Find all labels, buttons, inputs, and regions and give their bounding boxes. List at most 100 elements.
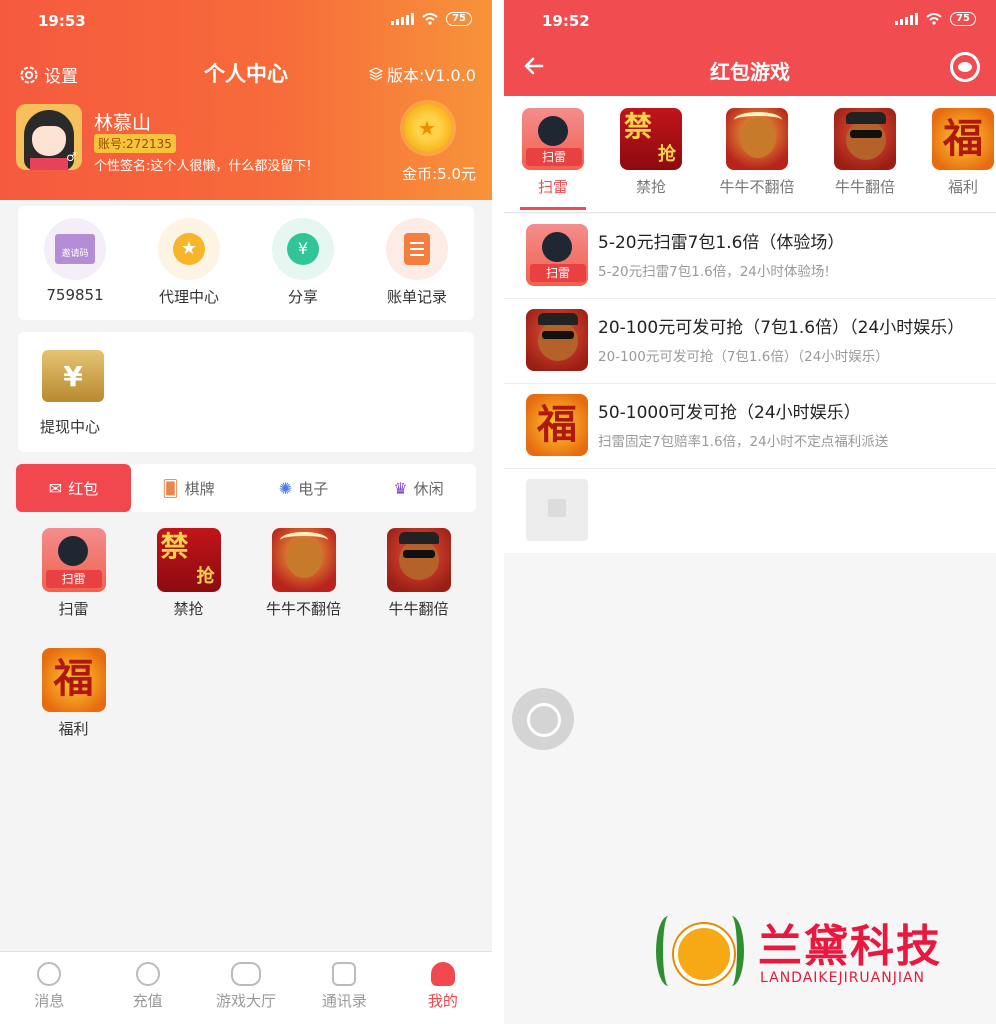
profile-header: 19:53 75 设置 个人中心 版本:V1.0.0 林慕山 账号:272135… [0, 0, 492, 200]
bull-icon [271, 528, 336, 592]
tab-fuli[interactable]: 福 福利 [918, 108, 996, 197]
game-saolei[interactable]: 扫雷 扫雷 [16, 528, 131, 648]
recharge-icon [135, 962, 160, 986]
signal-icon [895, 13, 919, 25]
floating-assistive-button[interactable] [512, 688, 574, 750]
red-envelope-icon: ✉ [48, 478, 63, 498]
game-type-tabs: 扫雷 扫雷 禁抢 禁抢 牛牛不翻倍 牛牛翻倍 福 福利 [504, 96, 996, 213]
share-item[interactable]: ¥ 分享 [246, 206, 360, 320]
room-item[interactable]: 扫雷 5-20元扫雷7包1.6倍（体验场） 5-20元扫雷7包1.6倍，24小时… [504, 214, 996, 299]
fortune-icon: 福 [932, 108, 994, 170]
gamepad-icon [231, 962, 262, 986]
room-item[interactable]: 20-100元可发可抢（7包1.6倍）（24小时娱乐） 20-100元可发可抢（… [504, 299, 996, 384]
version-label: 版本:V1.0.0 [368, 62, 476, 86]
bomb-icon: 扫雷 [526, 224, 588, 286]
coin-balance: 金币:5.0元 [402, 165, 476, 183]
status-bar: 19:53 75 [38, 12, 472, 32]
invite-code-icon: 邀请码 [44, 218, 106, 280]
customer-service-icon[interactable] [950, 52, 980, 82]
game-jinqiang[interactable]: 禁抢 禁抢 [131, 528, 246, 648]
category-tabs: ✉ 红包 🂠 棋牌 ✺ 电子 ♛ 休闲 [16, 464, 476, 512]
invite-code-item[interactable]: 邀请码 759851 [18, 206, 132, 320]
tab-messages[interactable]: 消息 [0, 952, 98, 1024]
room-desc: 扫雷固定7包赔率1.6倍，24小时不定点福利派送 [598, 434, 889, 450]
category-casual[interactable]: ♛ 休闲 [361, 464, 476, 512]
agent-center-item[interactable]: ★ 代理中心 [132, 206, 246, 320]
orange-leaf-logo-icon [654, 908, 746, 992]
watermark-subtitle: LANDAIKEJIRUANJIAN [760, 970, 926, 986]
user-icon [430, 962, 455, 986]
cool-bull-icon [834, 108, 896, 170]
layers-icon [368, 67, 383, 81]
red-envelope-games-screen: 19:52 75 红包游戏 扫雷 扫雷 禁抢 禁抢 牛牛不翻倍 牛牛翻倍 福 福… [504, 0, 996, 1024]
bull-icon [726, 108, 788, 170]
account-badge: 账号:272135 [94, 134, 176, 153]
category-cards[interactable]: 🂠 棋牌 [131, 464, 246, 512]
wifi-icon [926, 13, 942, 25]
withdraw-card[interactable]: ¥ 提现中心 [18, 332, 474, 452]
cards-icon: 🂠 [162, 478, 179, 498]
signal-icon [391, 13, 415, 25]
gender-male-icon: ♂ [66, 150, 77, 164]
category-electronic[interactable]: ✺ 电子 [246, 464, 361, 512]
bomb-icon: 扫雷 [41, 528, 106, 592]
game-niuniu-double[interactable]: 牛牛翻倍 [361, 528, 476, 648]
tab-game-hall[interactable]: 游戏大厅 [197, 952, 295, 1024]
quick-actions: 邀请码 759851 ★ 代理中心 ¥ 分享 账单记录 [18, 206, 474, 320]
tab-mine[interactable]: 我的 [394, 952, 492, 1024]
user-bio: 个性签名:这个人很懒，什么都没留下! [94, 159, 312, 174]
games-header: 19:52 75 红包游戏 [504, 0, 996, 96]
page-title: 红包游戏 [710, 60, 790, 84]
bottom-tab-bar: 消息 充值 游戏大厅 通讯录 我的 [0, 951, 492, 1024]
withdraw-label: 提现中心 [40, 418, 101, 436]
cool-bull-icon [386, 528, 451, 592]
battery-icon: 75 [446, 12, 472, 26]
game-grid: 扫雷 扫雷 禁抢 禁抢 牛牛不翻倍 牛牛翻倍 福 福利 [16, 528, 476, 768]
screen-divider [492, 0, 504, 1024]
tab-contacts[interactable]: 通讯录 [295, 952, 393, 1024]
room-item[interactable]: 福 50-1000可发可抢（24小时娱乐） 扫雷固定7包赔率1.6倍，24小时不… [504, 384, 996, 469]
battery-icon: 75 [950, 12, 976, 26]
image-placeholder-icon [526, 479, 588, 541]
jinqiang-icon: 禁抢 [620, 108, 682, 170]
coin-icon: ★ [404, 104, 452, 152]
watermark-name: 兰黛科技 [758, 921, 942, 972]
active-tab-indicator [520, 207, 586, 210]
tab-saolei[interactable]: 扫雷 扫雷 [508, 108, 598, 197]
room-title: 50-1000可发可抢（24小时娱乐） [598, 403, 861, 423]
status-time: 19:53 [38, 12, 86, 30]
category-red-envelope[interactable]: ✉ 红包 [16, 464, 131, 512]
room-desc: 5-20元扫雷7包1.6倍，24小时体验场! [598, 264, 830, 280]
status-bar: 19:52 75 [542, 12, 976, 32]
wheel-icon: ✺ [278, 478, 293, 498]
wifi-icon [422, 13, 438, 25]
bill-records-item[interactable]: 账单记录 [360, 206, 474, 320]
tab-niuniu-double[interactable]: 牛牛翻倍 [820, 108, 910, 197]
room-list: 扫雷 5-20元扫雷7包1.6倍（体验场） 5-20元扫雷7包1.6倍，24小时… [504, 214, 996, 553]
profile-screen: 19:53 75 设置 个人中心 版本:V1.0.0 林慕山 账号:272135… [0, 0, 492, 1024]
tab-niuniu-no-double[interactable]: 牛牛不翻倍 [712, 108, 802, 197]
crown-icon: ♛ [393, 478, 408, 498]
watermark-logo: 兰黛科技 LANDAIKEJIRUANJIAN [654, 908, 984, 992]
game-fuli[interactable]: 福 福利 [16, 648, 131, 768]
agent-medal-icon: ★ [158, 218, 220, 280]
user-name: 林慕山 [94, 112, 152, 134]
withdraw-yuan-icon: ¥ [42, 350, 104, 402]
bill-clipboard-icon [386, 218, 448, 280]
jinqiang-icon: 禁抢 [156, 528, 221, 592]
contacts-icon [332, 962, 357, 986]
room-item-placeholder [504, 469, 996, 553]
room-title: 20-100元可发可抢（7包1.6倍）（24小时娱乐） [598, 318, 965, 338]
bomb-icon: 扫雷 [522, 108, 584, 170]
tab-recharge[interactable]: 充值 [98, 952, 196, 1024]
message-icon [37, 962, 62, 986]
room-desc: 20-100元可发可抢（7包1.6倍）（24小时娱乐） [598, 349, 889, 365]
game-niuniu-no-double[interactable]: 牛牛不翻倍 [246, 528, 361, 648]
share-yuan-icon: ¥ [272, 218, 334, 280]
fortune-icon: 福 [526, 394, 588, 456]
status-time: 19:52 [542, 12, 590, 30]
tab-jinqiang[interactable]: 禁抢 禁抢 [606, 108, 696, 197]
fortune-icon: 福 [41, 648, 106, 712]
cool-bull-icon [526, 309, 588, 371]
room-title: 5-20元扫雷7包1.6倍（体验场） [598, 233, 845, 253]
